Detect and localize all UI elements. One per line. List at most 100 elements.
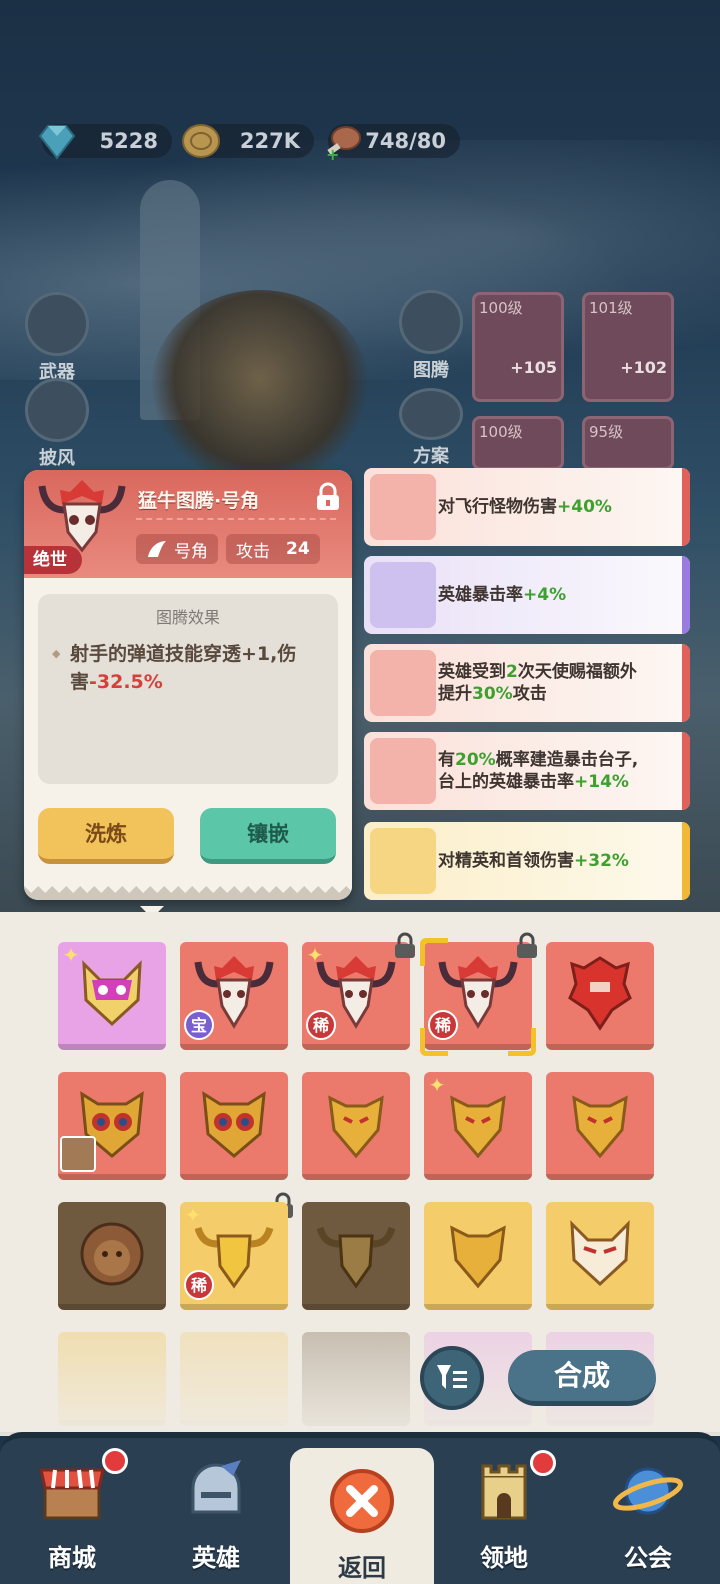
effect-color-bar xyxy=(682,644,690,722)
lock-icon xyxy=(517,932,537,958)
rare-badge: 稀 xyxy=(184,1270,214,1300)
coin-value: 227K xyxy=(239,129,300,153)
inventory-item-owl-totem[interactable] xyxy=(58,1072,166,1180)
attack-stat: 攻击 24 xyxy=(226,534,320,564)
stamina-value: 748/80 xyxy=(365,129,446,153)
effect-value: +40% xyxy=(557,497,612,517)
effect-text: 有20%概率建造暴击台子, 台上的英雄暴击率+14% xyxy=(438,732,678,810)
header-divider xyxy=(136,518,336,520)
inventory-item-cat-mask[interactable]: ✦ xyxy=(58,942,166,1050)
cloak-button[interactable]: 披风 xyxy=(22,378,92,470)
type-tag: 号角 xyxy=(136,534,218,564)
coin-icon xyxy=(182,124,220,158)
nav-guild-label: 公会 xyxy=(624,1544,672,1572)
effect-item: 英雄受到2次天使赐福额外 提升30%攻击 xyxy=(364,644,690,722)
nav-back[interactable]: 返回 xyxy=(290,1448,434,1584)
stat-label: 攻击 xyxy=(236,541,270,562)
effect-item: 对飞行怪物伤害 +40% xyxy=(364,468,690,546)
inventory-item-bull-totem-dark[interactable] xyxy=(302,1202,410,1310)
effect-header: 图腾效果 xyxy=(155,608,220,627)
stat-value: 24 xyxy=(286,539,310,559)
gem-counter: 5228 xyxy=(38,124,172,160)
planet-icon xyxy=(613,1467,683,1515)
stamina-counter: + 748/80 xyxy=(326,124,460,162)
inventory-item-gold-dragon-totem[interactable] xyxy=(546,1072,654,1180)
effect-color-bar xyxy=(682,732,690,810)
type-label: 号角 xyxy=(174,541,208,562)
inventory-item-cat-mask[interactable] xyxy=(546,1202,654,1310)
selection-corner xyxy=(420,938,448,966)
filter-icon xyxy=(437,1365,467,1389)
equip-slot-2[interactable]: 101级 +102 xyxy=(582,292,674,402)
slot-level: 100级 xyxy=(479,423,523,441)
notification-dot xyxy=(102,1448,128,1474)
totem-button[interactable]: 图腾 xyxy=(396,290,466,382)
inventory-item-red-bird-totem[interactable] xyxy=(546,942,654,1050)
coin-counter: 227K xyxy=(182,124,314,158)
inventory-item-gold-dragon-totem[interactable] xyxy=(302,1072,410,1180)
effect-desc: 英雄暴击率 xyxy=(438,585,523,605)
bull-totem-icon xyxy=(370,474,436,540)
effect-desc: 攻击 xyxy=(512,684,547,704)
bull-totem-icon xyxy=(370,650,436,716)
inventory-item-gold-dragon-totem[interactable]: ✦ xyxy=(424,1072,532,1180)
effect-item: 有20%概率建造暴击台子, 台上的英雄暴击率+14% xyxy=(364,732,690,810)
effect-value: +14% xyxy=(574,772,629,792)
nav-hero[interactable]: 英雄 xyxy=(144,1438,288,1584)
effect-desc: 次天使赐福额外 xyxy=(517,662,637,682)
close-icon xyxy=(330,1469,394,1533)
inventory-item-owl-totem[interactable] xyxy=(180,1072,288,1180)
weapon-button[interactable]: 武器 xyxy=(22,292,92,384)
slot-bonus: +105 xyxy=(510,358,557,377)
bull-totem-icon xyxy=(38,480,126,553)
effect-desc: 对飞行怪物伤害 xyxy=(438,497,557,517)
effect-color-bar xyxy=(682,468,690,546)
equip-slot-3[interactable]: 100级 xyxy=(472,416,564,470)
cat-mask-icon xyxy=(82,960,142,1027)
card-edge xyxy=(24,886,352,900)
effect-desc: 提升 xyxy=(438,684,472,704)
effect-text: 英雄暴击率 +4% xyxy=(438,556,678,634)
nav-guild[interactable]: 公会 xyxy=(576,1438,720,1584)
effect-text-value: -32.5% xyxy=(89,671,163,693)
notification-dot xyxy=(530,1450,556,1476)
effect-desc: 英雄受到 xyxy=(438,662,506,682)
effect-value: 20% xyxy=(455,750,496,770)
cloak-icon xyxy=(25,378,89,442)
rare-badge: 稀 xyxy=(306,1010,336,1040)
bottom-nav: 商城 英雄 返回 领地 公会 xyxy=(0,1432,720,1584)
effect-text: 射手的弹道技能穿透+1,伤害-32.5% xyxy=(52,640,324,696)
refine-button[interactable]: 洗炼 xyxy=(38,808,174,864)
gold-dragon-totem-icon xyxy=(572,1095,628,1159)
hero-portrait xyxy=(150,290,370,490)
gold-dragon-totem-icon xyxy=(328,1095,384,1159)
gold-dragon-totem-icon xyxy=(450,1225,506,1289)
inventory-item-gold-bull-totem[interactable]: ✦ 稀 xyxy=(180,1202,288,1310)
selection-corner xyxy=(508,1028,536,1056)
merge-button[interactable]: 合成 xyxy=(508,1350,656,1406)
effect-text: 对飞行怪物伤害 +40% xyxy=(438,468,678,546)
equip-slot-4[interactable]: 95级 xyxy=(582,416,674,470)
gem-value: 5228 xyxy=(99,129,158,153)
lock-icon xyxy=(395,932,415,958)
nav-hero-label: 英雄 xyxy=(192,1544,240,1572)
inventory-item-lion-totem[interactable] xyxy=(58,1202,166,1310)
slot-level: 95级 xyxy=(589,423,624,441)
inventory-item-gold-dragon-totem[interactable] xyxy=(424,1202,532,1310)
nav-back-label: 返回 xyxy=(338,1554,386,1582)
filter-button[interactable] xyxy=(420,1346,484,1410)
inlay-button[interactable]: 镶嵌 xyxy=(200,808,336,864)
equip-slot-1[interactable]: 100级 +105 xyxy=(472,292,564,402)
weapon-icon xyxy=(25,292,89,356)
inventory-item-bull-totem[interactable]: 宝 xyxy=(180,942,288,1050)
lock-icon[interactable] xyxy=(314,482,342,512)
plan-button[interactable]: 方案 xyxy=(396,388,466,468)
helmet-icon xyxy=(191,1460,241,1514)
effect-value: 2 xyxy=(506,662,518,682)
gold-dragon-totem-icon xyxy=(450,1095,506,1159)
slot-bonus: +102 xyxy=(620,358,667,377)
effect-desc: 台上的英雄暴击率 xyxy=(438,772,574,792)
effect-text: 对精英和首领伤害 +32% xyxy=(438,822,678,900)
slot-level: 101级 xyxy=(589,299,633,317)
cloak-label: 披风 xyxy=(39,448,75,469)
